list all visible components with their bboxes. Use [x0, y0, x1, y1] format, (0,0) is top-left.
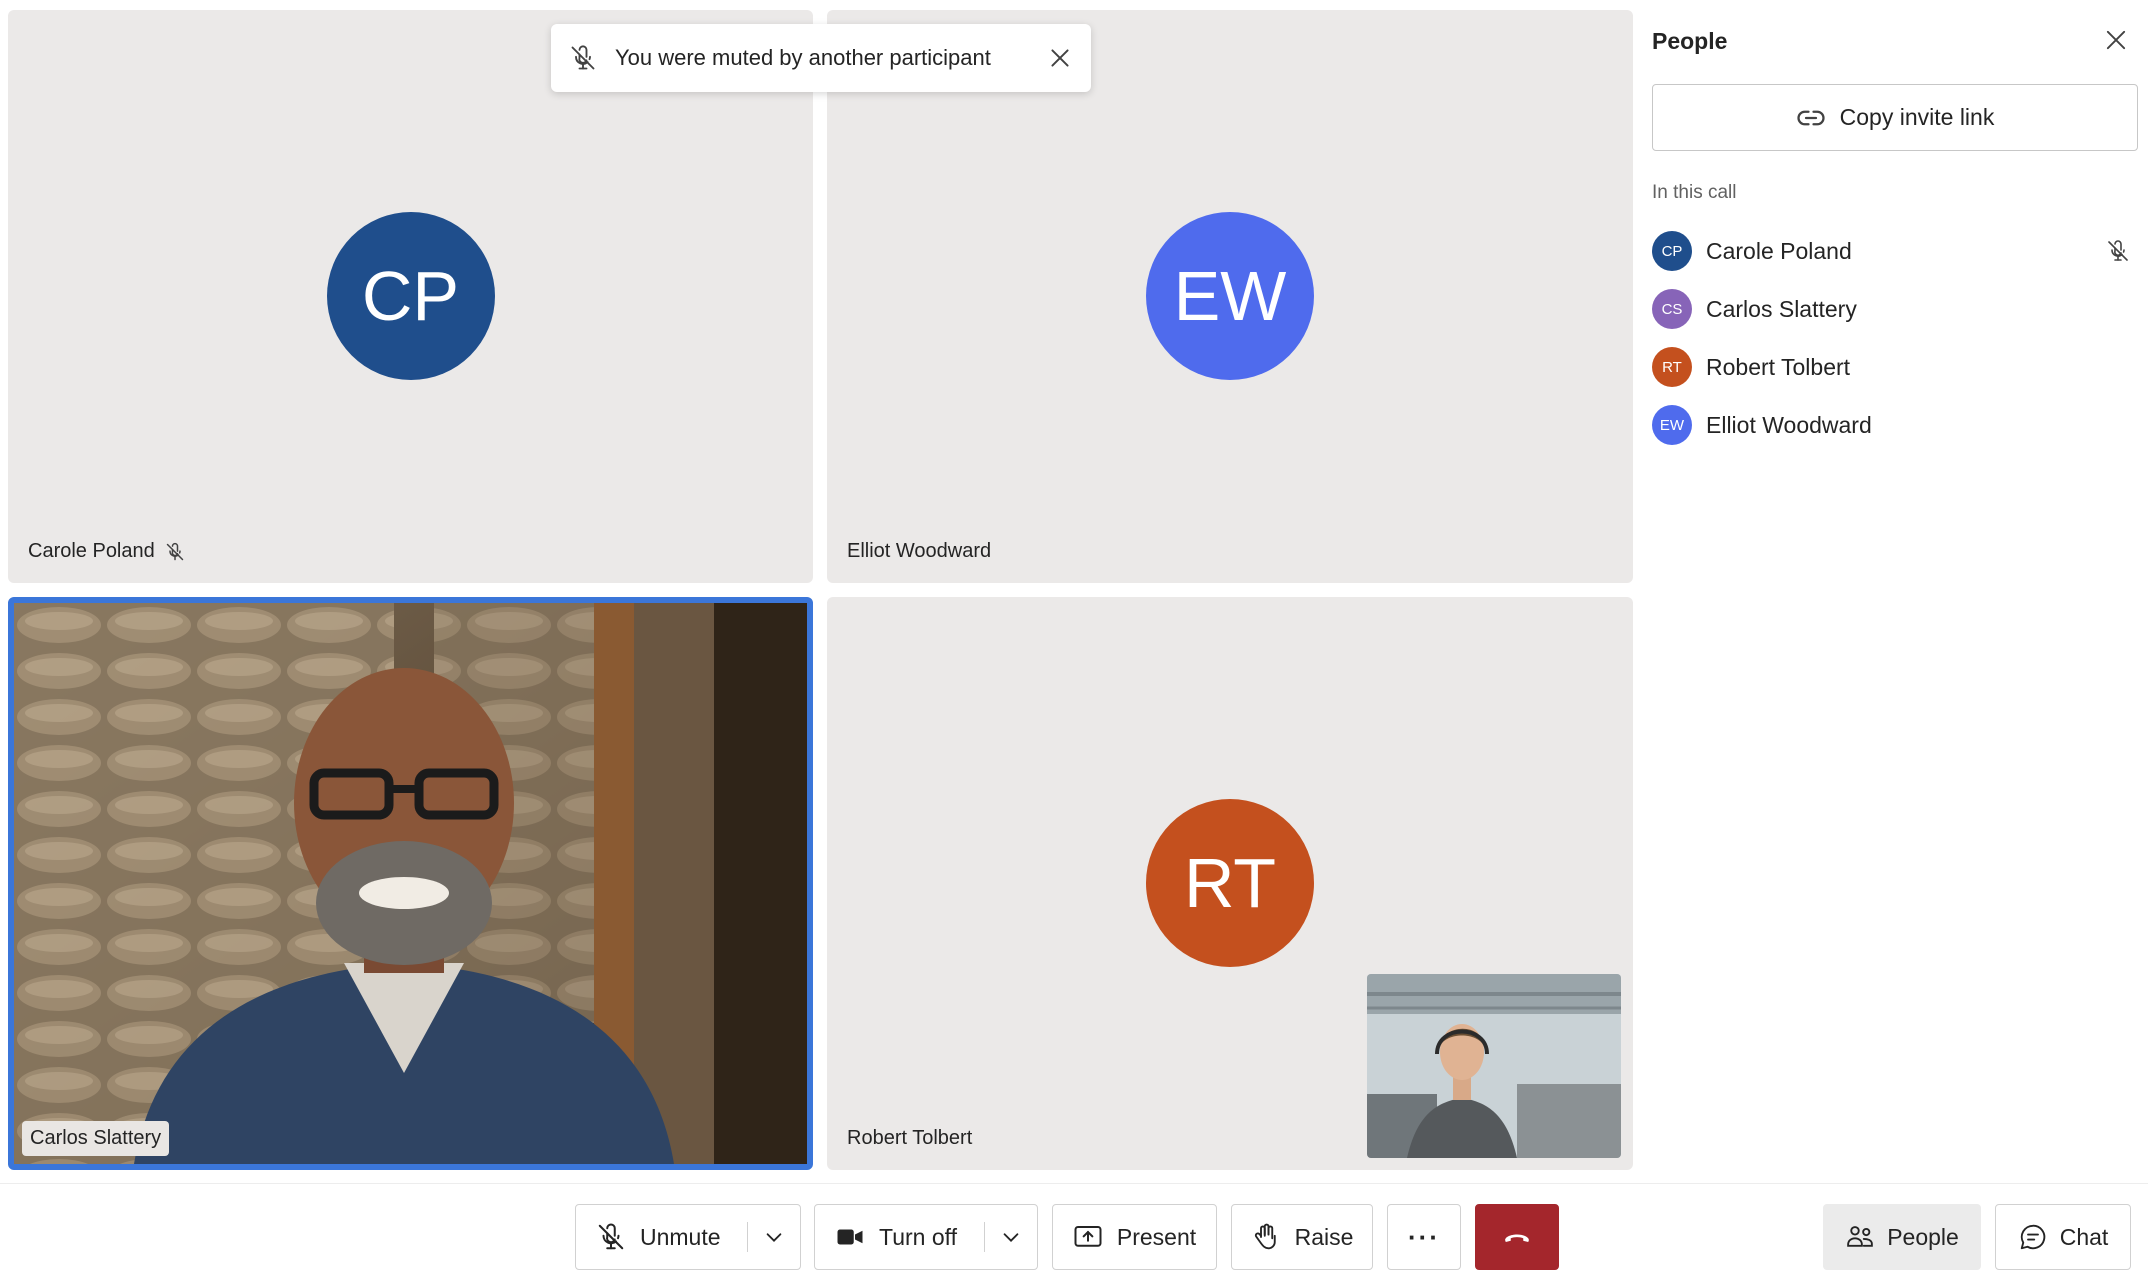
close-icon[interactable]: [1047, 45, 1073, 71]
more-options-button[interactable]: ···: [1387, 1204, 1461, 1270]
avatar-initials: RT: [1183, 844, 1277, 922]
avatar: CS: [1652, 289, 1692, 329]
participant-tile-carlos[interactable]: Carlos Slattery: [8, 597, 813, 1170]
camera-split-button: Turn off: [814, 1204, 1038, 1270]
raise-label: Raise: [1294, 1223, 1354, 1250]
video-camera-icon: [837, 1229, 863, 1245]
chevron-down-icon: [766, 1233, 782, 1242]
meeting-window: CP Carole Poland EW Elliot Woodward Carl…: [0, 0, 2148, 1286]
chat-button[interactable]: Chat: [1995, 1204, 2131, 1270]
unmute-label: Unmute: [640, 1223, 721, 1250]
mic-off-icon: [166, 542, 183, 560]
avatar-elliot: EW: [1146, 212, 1314, 380]
unmute-button[interactable]: Unmute: [576, 1205, 721, 1269]
avatar: RT: [1652, 347, 1692, 387]
participant-name: Robert Tolbert: [847, 1127, 973, 1149]
list-item[interactable]: CS Carlos Slattery: [1652, 280, 2138, 338]
avatar-initials: EW: [1173, 257, 1287, 335]
hang-up-icon: [1505, 1234, 1529, 1242]
participant-tile-robert[interactable]: RT Robert Tolbert: [827, 597, 1633, 1170]
audio-options-button[interactable]: [748, 1205, 800, 1269]
self-video-preview[interactable]: [1367, 974, 1621, 1158]
mic-off-icon: [2108, 240, 2128, 261]
leave-call-button[interactable]: [1475, 1204, 1559, 1270]
participant-name: Elliot Woodward: [847, 540, 992, 562]
list-item[interactable]: RT Robert Tolbert: [1652, 338, 2138, 396]
mic-off-icon: [571, 45, 595, 70]
list-item[interactable]: CP Carole Poland: [1652, 222, 2138, 280]
present-button[interactable]: Present: [1052, 1204, 1217, 1270]
copy-invite-link-button[interactable]: Copy invite link: [1652, 84, 2138, 151]
share-screen-icon: [1074, 1226, 1102, 1247]
more-icon: ···: [1408, 1221, 1440, 1252]
participant-tile-elliot[interactable]: EW Elliot Woodward: [827, 10, 1633, 583]
people-label: People: [1887, 1223, 1959, 1250]
tile-name-label: Elliot Woodward: [847, 540, 991, 563]
participant-tile-carole[interactable]: CP Carole Poland: [8, 10, 813, 583]
participant-list: CP Carole Poland CS Carlos Slattery RT R…: [1652, 222, 2138, 454]
turn-off-camera-button[interactable]: Turn off: [815, 1205, 957, 1269]
chevron-down-icon: [1003, 1233, 1019, 1242]
avatar-initials: RT: [1662, 358, 1682, 376]
list-item[interactable]: EW Elliot Woodward: [1652, 396, 2138, 454]
panel-title: People: [1652, 28, 1728, 54]
unmute-split-button: Unmute: [575, 1204, 801, 1270]
avatar-initials: EW: [1659, 416, 1685, 434]
chat-label: Chat: [2059, 1223, 2109, 1250]
tile-name-label: Carole Poland: [28, 540, 185, 563]
tile-name-label: Robert Tolbert: [847, 1127, 972, 1150]
self-video-feed: [1367, 974, 1621, 1158]
tile-name-label: Carlos Slattery: [22, 1121, 170, 1156]
people-icon: [1847, 1226, 1873, 1247]
avatar: CP: [1652, 231, 1692, 271]
raise-hand-button[interactable]: Raise: [1231, 1204, 1373, 1270]
participant-name: Carlos Slattery: [30, 1127, 162, 1149]
participant-name: Carlos Slattery: [1706, 295, 1857, 322]
avatar-initials: CS: [1661, 300, 1683, 318]
video-options-button[interactable]: [985, 1205, 1037, 1269]
link-icon: [1797, 110, 1825, 125]
avatar-initials: CP: [1661, 242, 1683, 260]
participant-name: Carole Poland: [1706, 237, 1852, 264]
turn-off-label: Turn off: [879, 1223, 957, 1250]
participant-name: Robert Tolbert: [1706, 353, 1851, 380]
avatar-carole: CP: [326, 212, 495, 380]
section-label: In this call: [1652, 182, 1737, 203]
participant-name: Carole Poland: [28, 540, 155, 562]
copy-invite-link-label: Copy invite link: [1839, 104, 1995, 130]
control-bar-divider: [0, 1183, 2148, 1184]
muted-notification: You were muted by another participant: [551, 24, 1091, 92]
avatar-initials: CP: [361, 257, 460, 335]
avatar-robert: RT: [1146, 799, 1314, 967]
people-panel: People Copy invite link In this call CP …: [1652, 0, 2148, 1180]
hand-icon: [1254, 1223, 1276, 1250]
present-label: Present: [1116, 1223, 1197, 1250]
close-icon[interactable]: [2102, 26, 2130, 54]
people-toggle-button[interactable]: People: [1823, 1204, 1981, 1270]
participant-video-feed: [14, 603, 807, 1164]
participant-name: Elliot Woodward: [1706, 411, 1872, 438]
chat-icon: [2020, 1224, 2045, 1250]
notification-message: You were muted by another participant: [615, 45, 991, 70]
avatar: EW: [1652, 405, 1692, 445]
mic-off-icon: [598, 1223, 624, 1250]
